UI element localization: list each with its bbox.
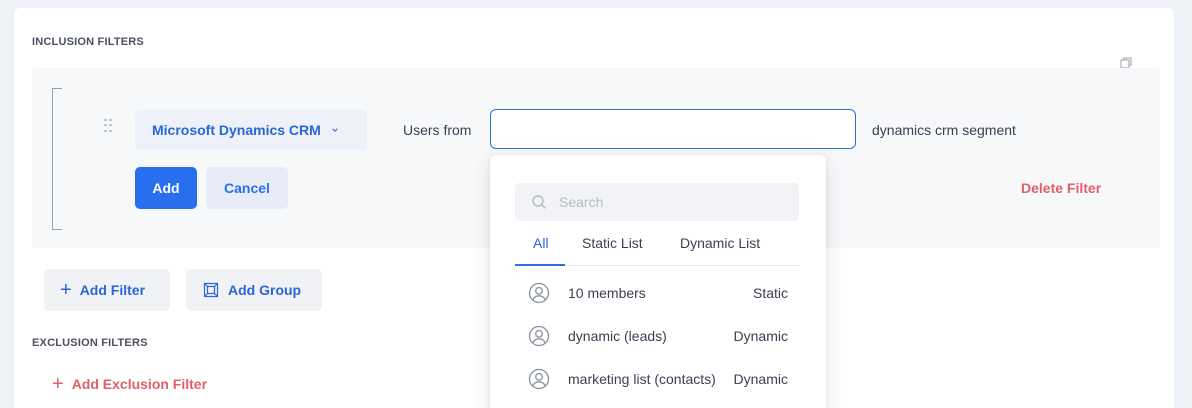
add-button[interactable]: Add [135, 167, 197, 209]
list-item[interactable]: 10 members Static [528, 281, 788, 305]
plus-icon: + [60, 279, 72, 301]
list-item-name: dynamic (leads) [568, 328, 667, 344]
tab-static-list[interactable]: Static List [582, 235, 643, 265]
list-type-tabs: All Static List Dynamic List [515, 235, 799, 267]
person-icon [528, 368, 550, 390]
search-input[interactable] [559, 194, 789, 210]
segment-dropdown: All Static List Dynamic List 10 members … [490, 155, 826, 408]
tab-dynamic-list[interactable]: Dynamic List [680, 235, 760, 265]
list-item-type: Dynamic [733, 371, 788, 387]
segment-input[interactable] [490, 109, 856, 149]
list-item-type: Dynamic [733, 328, 788, 344]
source-select[interactable]: Microsoft Dynamics CRM [135, 110, 367, 150]
list-item-name: marketing list (contacts) [568, 371, 716, 387]
list-item-name: 10 members [568, 285, 646, 301]
delete-filter-link[interactable]: Delete Filter [1021, 180, 1101, 196]
cancel-button[interactable]: Cancel [206, 167, 288, 209]
segment-suffix-label: dynamics crm segment [872, 122, 1016, 138]
search-box[interactable] [515, 183, 799, 221]
inclusion-filters-title: INCLUSION FILTERS [32, 36, 144, 48]
list-item[interactable]: marketing list (contacts) Dynamic [528, 367, 788, 391]
group-icon [203, 282, 219, 298]
add-filter-label: Add Filter [79, 282, 146, 298]
person-icon [528, 325, 550, 347]
exclusion-filters-title: EXCLUSION FILTERS [32, 337, 148, 349]
tab-all[interactable]: All [533, 235, 549, 265]
add-exclusion-label: Add Exclusion Filter [71, 376, 208, 392]
search-icon [532, 195, 546, 209]
add-group-label: Add Group [228, 282, 302, 298]
person-icon [528, 282, 550, 304]
source-select-label: Microsoft Dynamics CRM [152, 122, 321, 138]
users-from-label: Users from [403, 122, 472, 138]
drag-handle-icon[interactable] [104, 119, 112, 133]
add-filter-button[interactable]: + Add Filter [44, 269, 170, 311]
chevron-down-icon [332, 128, 338, 132]
add-exclusion-filter-button[interactable]: + Add Exclusion Filter [52, 374, 207, 394]
active-tab-indicator [515, 264, 565, 266]
list-item-type: Static [752, 285, 788, 301]
list-item[interactable]: dynamic (leads) Dynamic [528, 324, 788, 348]
add-group-button[interactable]: Add Group [186, 269, 322, 311]
group-bracket [52, 88, 62, 230]
plus-icon: + [52, 373, 64, 395]
